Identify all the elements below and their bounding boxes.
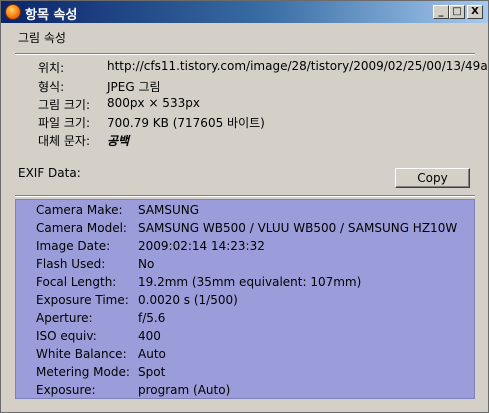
exif-key: Focal Length: (36, 275, 117, 289)
exif-key: White Balance: (36, 347, 127, 361)
exif-value: Spot (138, 365, 166, 379)
exif-value: SAMSUNG (138, 203, 200, 217)
menu-item-image-properties[interactable]: 그림 속성 (18, 29, 66, 46)
type-label: 형식: (38, 80, 65, 94)
exif-value: 19.2mm (35mm equivalent: 107mm) (138, 275, 362, 289)
exif-key: Metering Mode: (36, 365, 130, 379)
exif-value: 400 (138, 329, 161, 343)
window-title: 항목 속성 (25, 8, 78, 23)
exif-value: 2009:02:14 14:23:32 (138, 239, 265, 253)
image-size-label: 그림 크기: (38, 98, 91, 112)
exif-value: f/5.6 (138, 311, 166, 325)
title-bar[interactable]: 항목 속성 _ □ X (1, 1, 488, 23)
exif-value: SAMSUNG WB500 / VLUU WB500 / SAMSUNG HZ1… (138, 221, 458, 235)
exif-value: Auto (138, 347, 166, 361)
minimize-button[interactable]: _ (433, 5, 449, 19)
close-button[interactable]: X (467, 5, 483, 19)
firefox-icon (5, 4, 21, 20)
type-value: JPEG 그림 (107, 80, 161, 94)
exif-key: Flash Used: (36, 257, 106, 271)
exif-data-label: EXIF Data: (18, 166, 81, 180)
image-size-value: 800px × 533px (107, 96, 200, 110)
exif-value: program (Auto) (138, 383, 231, 397)
exif-separator (15, 195, 475, 197)
file-size-label: 파일 크기: (38, 116, 91, 130)
exif-key: Image Date: (36, 239, 111, 253)
menu-bar: 그림 속성 (1, 23, 488, 47)
properties-window: 항목 속성 _ □ X 그림 속성 위치: http://cfs11.tisto… (0, 0, 489, 413)
alt-text-value: 공백 (107, 134, 130, 148)
maximize-button[interactable]: □ (449, 5, 465, 19)
window-bottom-edge (1, 404, 488, 412)
alt-text-label: 대체 문자: (38, 134, 91, 148)
exif-value: No (138, 257, 155, 271)
menu-separator (15, 53, 475, 55)
exif-key: Camera Make: (36, 203, 123, 217)
copy-button[interactable]: Copy (395, 168, 470, 188)
exif-data-panel: Camera Make: SAMSUNG Camera Model: SAMSU… (15, 199, 475, 399)
exif-value: 0.0020 s (1/500) (138, 293, 238, 307)
exif-key: ISO equiv: (36, 329, 97, 343)
exif-key: Camera Model: (36, 221, 127, 235)
exif-key: Exposure Time: (36, 293, 129, 307)
exif-key: Exposure: (36, 383, 96, 397)
exif-key: Aperture: (36, 311, 93, 325)
location-label: 위치: (38, 61, 65, 75)
file-size-value: 700.79 KB (717605 바이트) (107, 116, 265, 130)
location-value: http://cfs11.tistory.com/image/28/tistor… (107, 59, 489, 73)
